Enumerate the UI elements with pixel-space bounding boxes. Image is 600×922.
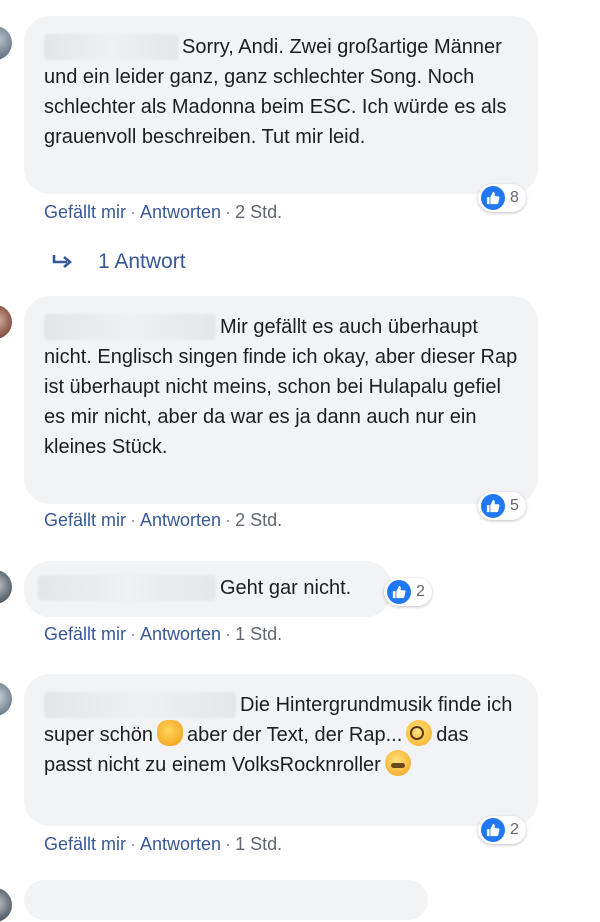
separator: ·: [225, 834, 232, 854]
reaction-number: 2: [416, 583, 425, 600]
comment-text-part-2: aber der Text, der Rap...: [186, 724, 403, 746]
thumbs-up-icon: [481, 186, 505, 210]
avatar[interactable]: [0, 570, 12, 604]
timestamp[interactable]: 2 Std.: [235, 510, 282, 530]
reaction-count[interactable]: 8: [478, 184, 526, 212]
comment-actions: Gefällt mir · Antworten · 2 Std.: [44, 510, 282, 531]
timestamp[interactable]: 1 Std.: [235, 834, 282, 854]
like-link[interactable]: Gefällt mir: [44, 624, 126, 644]
separator: ·: [225, 624, 232, 644]
dizzy-face-emoji: [406, 720, 433, 746]
comment-bubble: Mir gefällt es auch überhaupt nicht. Eng…: [24, 296, 538, 504]
thumbs-up-icon: [387, 580, 411, 604]
reply-link[interactable]: Antworten: [140, 624, 221, 644]
comment-text: Geht gar nicht.: [220, 577, 352, 599]
comment-bubble: Die Hintergrundmusik finde ich super sch…: [24, 674, 538, 826]
author-name-redacted[interactable]: [38, 575, 216, 601]
comment-actions: Gefällt mir · Antworten · 2 Std.: [44, 202, 282, 223]
separator: ·: [130, 510, 137, 530]
like-link[interactable]: Gefällt mir: [44, 510, 126, 530]
ok-hand-emoji: [156, 720, 183, 746]
reaction-count[interactable]: 2: [478, 816, 526, 844]
replies-count-label[interactable]: 1 Antwort: [98, 250, 186, 274]
view-replies-link[interactable]: 1 Antwort: [52, 250, 186, 274]
reaction-number: 5: [510, 497, 519, 514]
avatar[interactable]: [0, 26, 12, 60]
reaction-number: 8: [510, 189, 519, 206]
reaction-number: 2: [510, 821, 519, 838]
reply-link[interactable]: Antworten: [140, 834, 221, 854]
author-name-redacted[interactable]: [44, 34, 178, 60]
separator: ·: [225, 202, 232, 222]
author-name-redacted[interactable]: [44, 314, 216, 340]
like-link[interactable]: Gefällt mir: [44, 202, 126, 222]
avatar[interactable]: [0, 888, 12, 922]
author-name-redacted[interactable]: [44, 692, 236, 718]
separator: ·: [225, 510, 232, 530]
reply-arrow-icon: [52, 255, 73, 268]
reaction-count[interactable]: 5: [478, 492, 526, 520]
timestamp[interactable]: 2 Std.: [235, 202, 282, 222]
reply-link[interactable]: Antworten: [140, 202, 221, 222]
comment-bubble: [24, 880, 428, 920]
timestamp[interactable]: 1 Std.: [235, 624, 282, 644]
comment-actions: Gefällt mir · Antworten · 1 Std.: [44, 624, 282, 645]
comment-bubble: Sorry, Andi. Zwei großartige Männer und …: [24, 16, 538, 194]
avatar[interactable]: [0, 682, 12, 716]
reaction-count[interactable]: 2: [384, 578, 432, 606]
separator: ·: [130, 834, 137, 854]
reply-link[interactable]: Antworten: [140, 510, 221, 530]
sleepy-face-emoji: [384, 750, 411, 776]
comment-bubble: Geht gar nicht.: [24, 561, 392, 617]
avatar[interactable]: [0, 305, 12, 339]
comment-actions: Gefällt mir · Antworten · 1 Std.: [44, 834, 282, 855]
separator: ·: [130, 624, 137, 644]
separator: ·: [130, 202, 137, 222]
like-link[interactable]: Gefällt mir: [44, 834, 126, 854]
thumbs-up-icon: [481, 818, 505, 842]
thumbs-up-icon: [481, 494, 505, 518]
